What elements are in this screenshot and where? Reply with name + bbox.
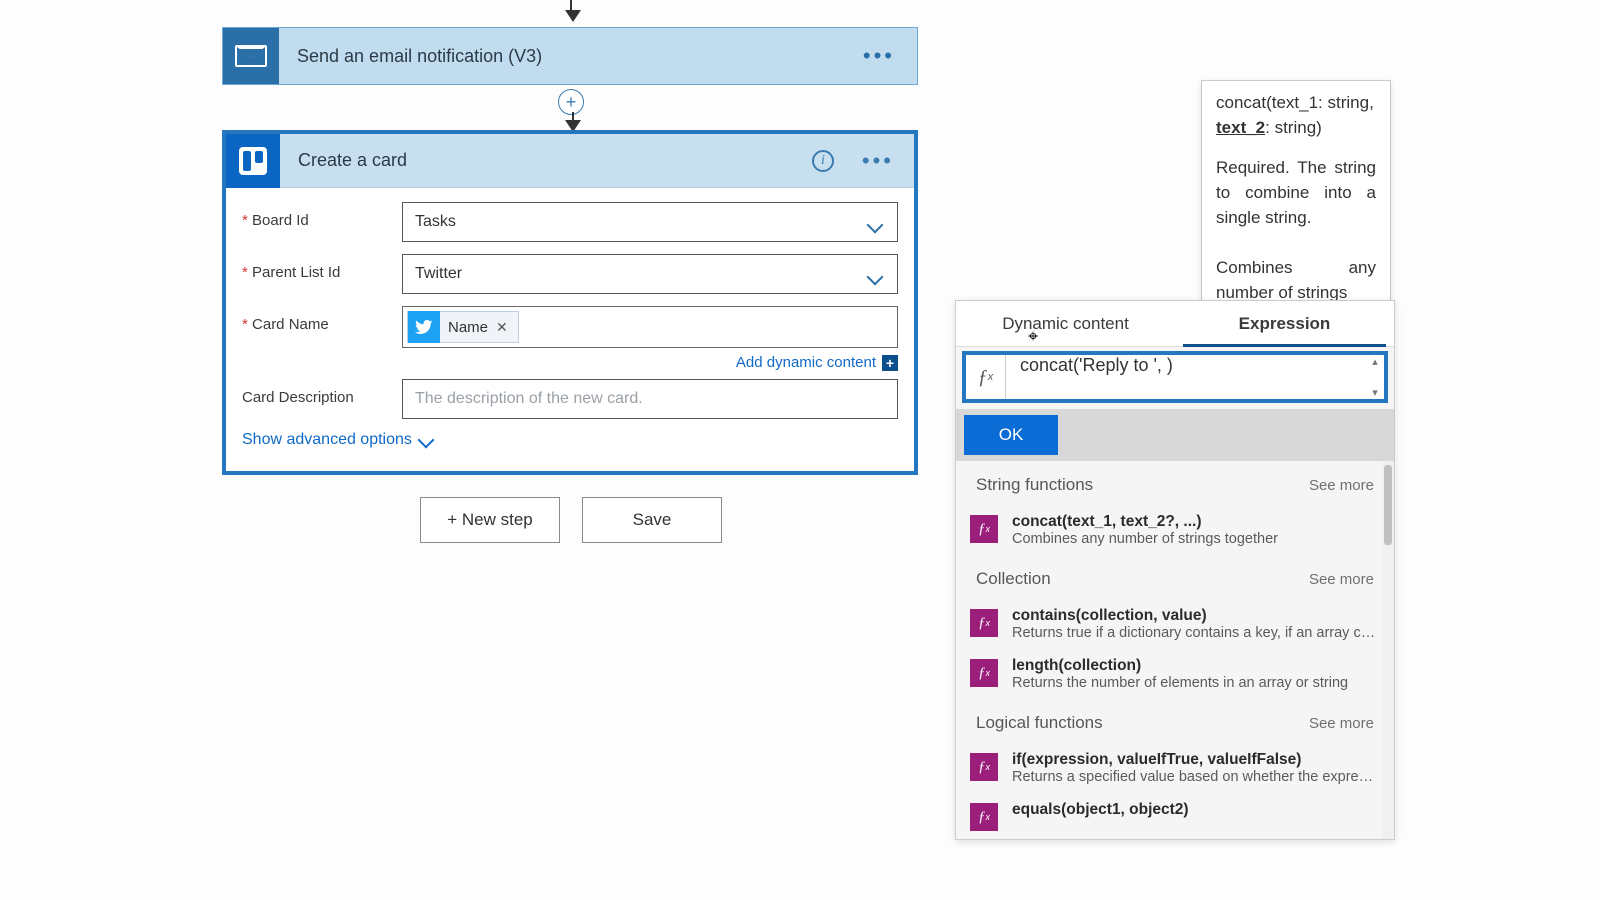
fn-length-sig: length(collection) [1012, 657, 1380, 675]
expression-text: concat('Reply to ', ) [1020, 355, 1173, 375]
flow-arrow-top [565, 0, 577, 16]
chevron-down-icon [867, 215, 883, 231]
fx-chip-icon: ƒx [970, 609, 998, 637]
category-collection: Collection See more [956, 555, 1394, 599]
step-create-card-more-icon[interactable]: ••• [862, 148, 894, 174]
fx-chip-icon: ƒx [970, 753, 998, 781]
step-send-email-title: Send an email notification (V3) [297, 46, 542, 67]
fn-if-sig: if(expression, valueIfTrue, valueIfFalse… [1012, 751, 1380, 769]
step-create-card-header[interactable]: Create a card i ••• [226, 134, 914, 188]
add-dynamic-plus-icon[interactable]: + [882, 355, 898, 371]
expression-panel: Dynamic content Expression ƒx concat('Re… [955, 300, 1395, 840]
step-send-email-more-icon[interactable]: ••• [863, 43, 895, 69]
step-send-email[interactable]: Send an email notification (V3) ••• [222, 27, 918, 85]
see-more-string[interactable]: See more [1309, 477, 1374, 494]
fn-if[interactable]: ƒx if(expression, valueIfTrue, valueIfFa… [956, 743, 1394, 793]
chevron-down-icon [417, 432, 434, 449]
fn-length-desc: Returns the number of elements in an arr… [1012, 675, 1380, 691]
category-logical-functions: Logical functions See more [956, 699, 1394, 743]
fx-icon: ƒx [966, 355, 1006, 399]
save-button[interactable]: Save [582, 497, 722, 543]
fn-equals[interactable]: ƒx equals(object1, object2) [956, 793, 1394, 839]
label-parent-list-id: Parent List Id [242, 254, 402, 281]
category-logical-label: Logical functions [976, 713, 1103, 733]
tooltip-signature: concat(text_1: string, text_2: string) [1216, 91, 1376, 140]
twitter-icon [408, 311, 440, 343]
category-string-label: String functions [976, 475, 1093, 495]
field-card-description: Card Description The description of the … [242, 379, 898, 419]
label-board-id: Board Id [242, 202, 402, 229]
see-more-logical[interactable]: See more [1309, 715, 1374, 732]
step-create-card: Create a card i ••• Board Id Tasks Paren… [222, 130, 918, 475]
fn-if-desc: Returns a specified value based on wheth… [1012, 769, 1380, 785]
input-card-description-placeholder: The description of the new card. [415, 390, 643, 408]
tab-expression[interactable]: Expression [1175, 301, 1394, 346]
select-board-id[interactable]: Tasks [402, 202, 898, 242]
mail-icon [223, 28, 279, 84]
token-label: Name [448, 319, 488, 336]
function-signature-tooltip: concat(text_1: string, text_2: string) R… [1201, 80, 1391, 312]
show-advanced-label: Show advanced options [242, 431, 412, 449]
input-card-description[interactable]: The description of the new card. [402, 379, 898, 419]
fn-contains[interactable]: ƒx contains(collection, value) Returns t… [956, 599, 1394, 649]
show-advanced-options[interactable]: Show advanced options [242, 431, 898, 449]
fn-length[interactable]: ƒx length(collection) Returns the number… [956, 649, 1394, 699]
fn-contains-desc: Returns true if a dictionary contains a … [1012, 625, 1380, 641]
fx-chip-icon: ƒx [970, 803, 998, 831]
trello-icon [226, 134, 280, 188]
select-parent-list-id-value: Twitter [415, 265, 462, 283]
expression-input-row: ƒx concat('Reply to ', ) ▴▾ [962, 351, 1388, 403]
token-remove-icon[interactable]: ✕ [496, 319, 508, 336]
chevron-down-icon [867, 267, 883, 283]
label-card-name: Card Name [242, 306, 402, 333]
function-list: String functions See more ƒx concat(text… [956, 461, 1394, 839]
label-card-description: Card Description [242, 379, 402, 406]
field-parent-list-id: Parent List Id Twitter [242, 254, 898, 294]
token-twitter-name[interactable]: Name ✕ [407, 311, 519, 343]
tab-dynamic-content[interactable]: Dynamic content [956, 301, 1175, 346]
add-dynamic-content-link[interactable]: Add dynamic content [736, 354, 876, 371]
input-card-name[interactable]: Name ✕ [402, 306, 898, 348]
fn-equals-sig: equals(object1, object2) [1012, 801, 1380, 819]
new-step-button[interactable]: + New step [420, 497, 560, 543]
field-board-id: Board Id Tasks [242, 202, 898, 242]
select-parent-list-id[interactable]: Twitter [402, 254, 898, 294]
function-list-scrollbar[interactable] [1382, 461, 1394, 839]
select-board-id-value: Tasks [415, 213, 456, 231]
expression-scroll-stub[interactable]: ▴▾ [1366, 355, 1384, 399]
expression-input[interactable]: concat('Reply to ', ) [1006, 355, 1366, 399]
fx-chip-icon: ƒx [970, 659, 998, 687]
fn-contains-sig: contains(collection, value) [1012, 607, 1380, 625]
tooltip-required-text: Required. The string to combine into a s… [1216, 156, 1376, 230]
tooltip-combine-text: Combines any number of strings [1216, 256, 1376, 305]
category-collection-label: Collection [976, 569, 1051, 589]
flow-arrow-mid [565, 112, 581, 132]
fn-concat[interactable]: ƒx concat(text_1, text_2?, ...) Combines… [956, 505, 1394, 555]
field-card-name: Card Name Name ✕ [242, 306, 898, 348]
step-create-card-title: Create a card [298, 150, 407, 171]
category-string-functions: String functions See more [956, 461, 1394, 505]
ok-button[interactable]: OK [964, 415, 1058, 455]
see-more-collection[interactable]: See more [1309, 571, 1374, 588]
info-icon[interactable]: i [812, 150, 834, 172]
fn-concat-desc: Combines any number of strings together [1012, 531, 1380, 547]
fx-chip-icon: ƒx [970, 515, 998, 543]
fn-concat-sig: concat(text_1, text_2?, ...) [1012, 513, 1380, 531]
